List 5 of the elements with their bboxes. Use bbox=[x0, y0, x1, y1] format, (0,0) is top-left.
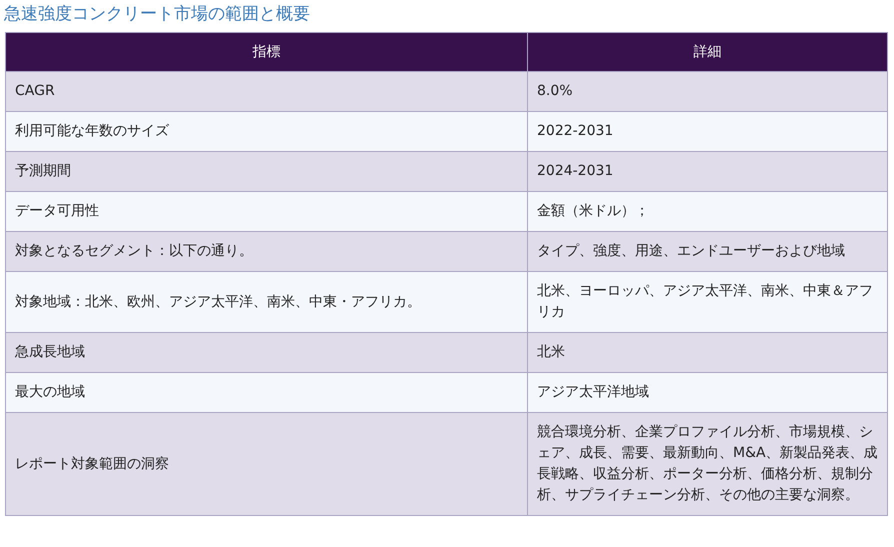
section-title: 急速強度コンクリート市場の範囲と概要 bbox=[4, 3, 311, 26]
table-cell: レポート対象範囲の洞察 bbox=[6, 412, 528, 516]
column-header: 詳細 bbox=[528, 32, 888, 72]
column-header: 指標 bbox=[6, 32, 528, 72]
table-cell: 競合環境分析、企業プロファイル分析、市場規模、シェア、成長、需要、最新動向、M&A、新製品発表、成長戦略、収益分析、ポーター分析、価格分析、規制分析、サプライチェーン分析、その他の主要な洞察。 bbox=[528, 412, 888, 516]
